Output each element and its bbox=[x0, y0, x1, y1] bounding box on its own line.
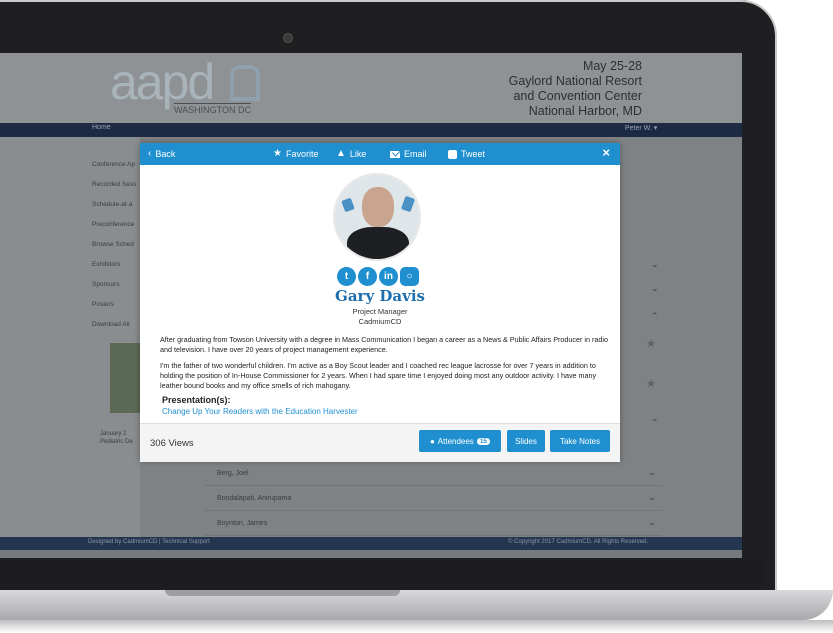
favorite-label: Favorite bbox=[285, 149, 319, 159]
event-dates: May 25-28 bbox=[582, 59, 642, 73]
sidebar-item-recorded-sessions[interactable]: Recorded Sess bbox=[92, 181, 136, 188]
users-icon: ● bbox=[429, 436, 435, 446]
chevron-down-icon: ⌄ bbox=[648, 467, 656, 477]
modal-body: t f in ○ Gary Davis Project Manager Cadm… bbox=[140, 165, 620, 423]
bio-paragraph: I'm the father of two wonderful children… bbox=[160, 361, 597, 390]
attendees-button[interactable]: ● Attendees 15 bbox=[419, 430, 501, 452]
avatar-shirt bbox=[347, 227, 409, 259]
attendee-name: Bondalapati, Anirupama bbox=[217, 495, 292, 502]
speaker-organization: CadmiumCD bbox=[358, 317, 402, 326]
chevron-up-icon[interactable]: ⌃ bbox=[651, 311, 659, 322]
tweet-label: Tweet bbox=[461, 149, 486, 159]
avatar-decoration bbox=[341, 197, 355, 213]
presentation-link[interactable]: Change Up Your Readers with the Educatio… bbox=[162, 407, 358, 416]
favorite-button[interactable]: ★ Favorite bbox=[273, 143, 318, 165]
user-menu[interactable]: Peter W. ▾ bbox=[625, 124, 657, 132]
nav-home-link[interactable]: Home bbox=[92, 124, 111, 131]
chevron-down-icon: ⌄ bbox=[648, 492, 656, 502]
site-footer: Designed by CadmiumCD | Technical Suppor… bbox=[0, 537, 742, 550]
email-button[interactable]: Email bbox=[390, 143, 427, 165]
star-icon: ★ bbox=[273, 148, 282, 159]
aapd-logo: aapd WASHINGTON DC bbox=[110, 54, 270, 115]
attendees-label: Attendees bbox=[437, 436, 474, 446]
sidebar-item-sponsors[interactable]: Sponsors bbox=[92, 281, 119, 288]
sidebar-item-preconference[interactable]: Preconference bbox=[92, 221, 134, 228]
list-item[interactable]: Bondalapati, Anirupama ⌄ bbox=[205, 486, 662, 511]
footer-copyright: © Copyright 2017 CadmiumCD. All Rights R… bbox=[508, 539, 649, 545]
attendee-name: Boynton, James bbox=[217, 520, 268, 527]
event-venue-line-2: and Convention Center bbox=[513, 89, 642, 103]
sidebar-photo bbox=[110, 343, 142, 413]
email-label: Email bbox=[404, 149, 427, 159]
chevron-down-icon[interactable]: ⌄ bbox=[651, 259, 659, 270]
attendee-name: Berg, Joel bbox=[217, 470, 249, 477]
modal-footer: 306 Views ● Attendees 15 Slides Take Not… bbox=[140, 423, 620, 462]
envelope-icon bbox=[390, 150, 400, 158]
event-info: May 25-28 Gaylord National Resort and Co… bbox=[509, 59, 642, 119]
sidebar-item-schedule[interactable]: Schedule-at-a bbox=[92, 201, 132, 208]
speaker-name: Gary Davis bbox=[335, 287, 425, 305]
laptop-base bbox=[0, 590, 833, 620]
site-header: aapd WASHINGTON DC May 25-28 Gaylord Nat… bbox=[0, 53, 742, 123]
camera-icon bbox=[283, 33, 293, 43]
tweet-button[interactable]: Tweet bbox=[448, 143, 485, 165]
chevron-down-icon[interactable]: ⌄ bbox=[651, 413, 659, 424]
sidebar-item-conference-app[interactable]: Conference Ap bbox=[92, 161, 135, 168]
back-button[interactable]: ‹ Back bbox=[148, 143, 175, 165]
linkedin-icon[interactable]: in bbox=[379, 267, 398, 286]
sidebar-caption-line-2: Pediatric De bbox=[100, 439, 133, 445]
laptop-shadow bbox=[0, 620, 833, 633]
like-button[interactable]: ▲ Like bbox=[336, 143, 366, 165]
avatar-head bbox=[362, 187, 394, 227]
social-links: t f in ○ bbox=[328, 267, 428, 287]
avatar-decoration bbox=[400, 195, 416, 213]
event-venue-line-1: Gaylord National Resort bbox=[508, 74, 642, 88]
event-location: National Harbor, MD bbox=[528, 104, 642, 118]
sidebar-item-browse-schedule[interactable]: Browse Sched bbox=[92, 241, 134, 248]
star-icon[interactable]: ★ bbox=[646, 377, 656, 390]
list-item[interactable]: Berg, Joel ⌄ bbox=[205, 461, 662, 486]
facebook-icon[interactable]: f bbox=[358, 267, 377, 286]
back-label: Back bbox=[155, 149, 176, 159]
attendees-count-badge: 15 bbox=[476, 437, 491, 445]
top-nav: Home Peter W. ▾ bbox=[0, 123, 742, 137]
star-icon[interactable]: ★ bbox=[646, 337, 656, 350]
sidebar-caption-line-1: January 2 bbox=[100, 431, 127, 437]
speaker-modal: ‹ Back ★ Favorite ▲ Like Email Tweet × t… bbox=[140, 143, 620, 462]
presentations-label: Presentation(s): bbox=[162, 395, 231, 405]
sidebar-item-posters[interactable]: Posters bbox=[92, 301, 114, 308]
thumbs-up-icon: ▲ bbox=[336, 148, 346, 159]
sidebar-item-download-all[interactable]: Download All bbox=[92, 321, 130, 328]
instagram-icon[interactable]: ○ bbox=[400, 267, 419, 286]
list-item[interactable]: Boynton, James ⌄ bbox=[205, 511, 662, 536]
laptop-base-notch bbox=[165, 590, 400, 596]
logo-subtitle: WASHINGTON DC bbox=[174, 103, 252, 115]
twitter-icon bbox=[448, 149, 457, 159]
avatar bbox=[333, 173, 421, 261]
sidebar-item-exhibitors[interactable]: Exhibitors bbox=[92, 261, 121, 268]
slides-button[interactable]: Slides bbox=[507, 430, 545, 452]
like-label: Like bbox=[349, 149, 367, 159]
speaker-title: Project Manager bbox=[352, 307, 408, 316]
laptop-screen: aapd WASHINGTON DC May 25-28 Gaylord Nat… bbox=[0, 53, 742, 558]
view-count: 306 Views bbox=[150, 438, 194, 449]
tooth-logo-icon bbox=[230, 65, 260, 101]
footer-credits[interactable]: Designed by CadmiumCD | Technical Suppor… bbox=[88, 539, 210, 545]
chevron-down-icon[interactable]: ⌄ bbox=[651, 283, 659, 294]
bio-paragraph: After graduating from Towson University … bbox=[160, 335, 608, 354]
modal-toolbar: ‹ Back ★ Favorite ▲ Like Email Tweet × bbox=[140, 143, 620, 165]
twitter-icon[interactable]: t bbox=[337, 267, 356, 286]
chevron-down-icon: ⌄ bbox=[648, 517, 656, 527]
chevron-left-icon: ‹ bbox=[148, 148, 152, 159]
close-icon[interactable]: × bbox=[602, 145, 610, 160]
take-notes-button[interactable]: Take Notes bbox=[550, 430, 610, 452]
sidebar: Conference Ap Recorded Sess Schedule-at-… bbox=[0, 137, 140, 537]
